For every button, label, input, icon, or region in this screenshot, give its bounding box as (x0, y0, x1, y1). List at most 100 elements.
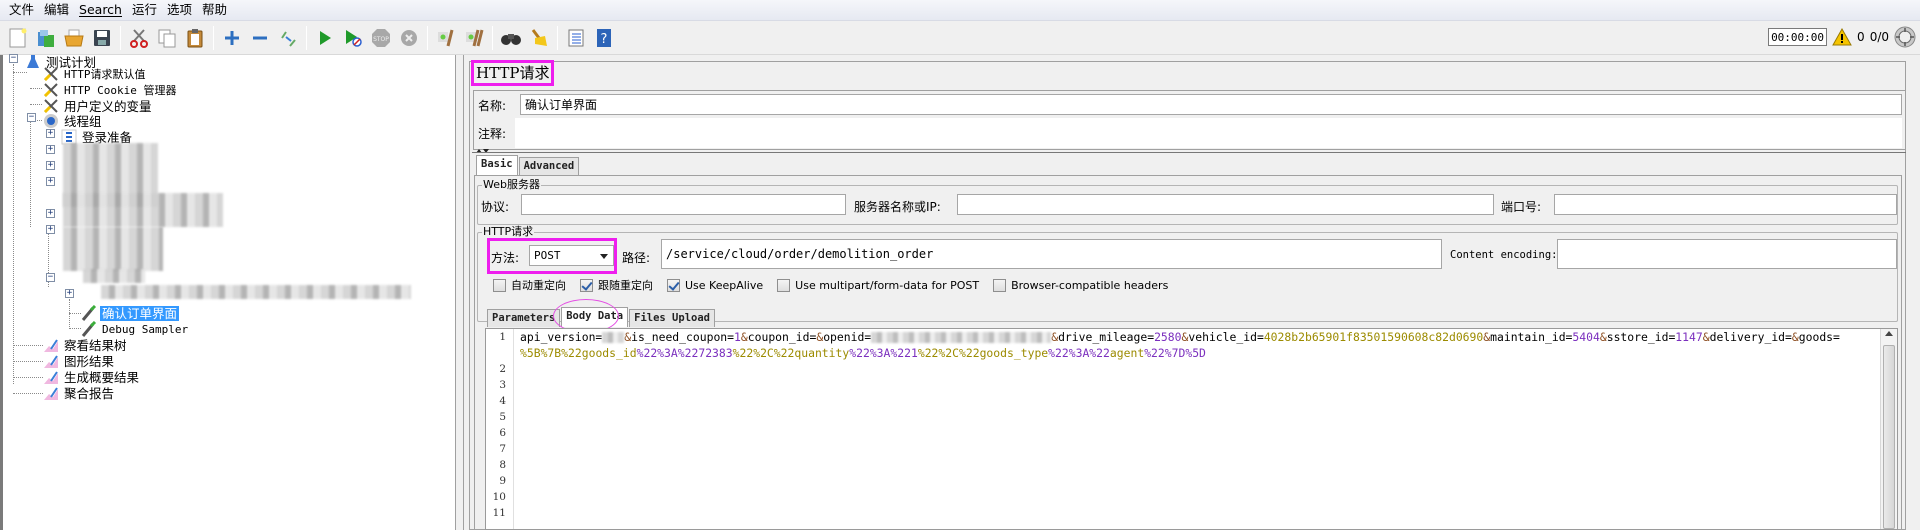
templates-icon[interactable] (34, 26, 58, 50)
expand-toggle[interactable]: + (46, 225, 55, 234)
tab-advanced[interactable]: Advanced (518, 157, 580, 175)
expand-toggle[interactable]: + (46, 177, 55, 186)
split-pane-divider[interactable] (456, 55, 464, 530)
menu-file[interactable]: 文件 (4, 0, 39, 20)
new-icon[interactable] (6, 26, 30, 50)
clear-icon[interactable] (434, 26, 458, 50)
tree-node-confirm-order[interactable]: 确认订单界面 (81, 305, 180, 321)
shutdown-icon[interactable] (397, 26, 421, 50)
expand-all-icon[interactable] (220, 26, 244, 50)
chevron-down-icon (600, 254, 608, 259)
clear-all-icon[interactable] (462, 26, 486, 50)
config-icon (43, 99, 58, 114)
menu-edit[interactable]: 编辑 (39, 0, 74, 20)
protocol-input[interactable] (521, 194, 846, 215)
search-icon[interactable] (499, 26, 523, 50)
svg-text:STOP: STOP (373, 36, 389, 43)
follow-redirect-checkbox[interactable]: 跟随重定向 (580, 277, 653, 293)
tree-node-summary-report[interactable]: 生成概要结果 (43, 369, 141, 385)
menu-help[interactable]: 帮助 (197, 0, 232, 20)
browser-headers-checkbox[interactable]: Browser-compatible headers (993, 277, 1168, 293)
warning-icon[interactable] (1832, 28, 1852, 46)
line-number: 3 (499, 379, 506, 391)
config-icon (43, 67, 58, 82)
start-icon[interactable] (313, 26, 337, 50)
protocol-label: 协议: (481, 200, 510, 214)
collapse-toggle[interactable]: − (46, 273, 55, 282)
expand-toggle[interactable]: + (46, 129, 55, 138)
line-number: 11 (492, 507, 506, 519)
comment-input[interactable] (515, 118, 1902, 148)
elapsed-timer: 00:00:00 (1768, 28, 1828, 46)
function-helper-icon[interactable] (564, 26, 588, 50)
remote-engines-icon[interactable] (1894, 26, 1916, 48)
reset-search-icon[interactable] (527, 26, 551, 50)
code-token: quantity (794, 346, 850, 360)
code-token: 2580 (1154, 330, 1182, 344)
svg-text:?: ? (601, 32, 608, 47)
line-number: 8 (499, 459, 506, 471)
help-icon[interactable]: ? (592, 26, 616, 50)
collapse-toggle[interactable]: − (9, 54, 18, 63)
divider (472, 152, 1906, 153)
tree-node-aggregate-report[interactable]: 聚合报告 (43, 385, 116, 401)
code-token: %22%3A%22 (1048, 346, 1110, 360)
menu-search[interactable]: Search (74, 0, 127, 20)
scroll-thumb[interactable] (1883, 345, 1895, 529)
tree-node-view-results-tree[interactable]: 察看结果树 (43, 337, 129, 353)
path-input[interactable] (661, 239, 1442, 269)
config-icon (43, 83, 58, 98)
tree-node-cookie-manager[interactable]: HTTP Cookie 管理器 (43, 82, 178, 98)
toolbar-separator (427, 26, 428, 50)
save-icon[interactable] (90, 26, 114, 50)
checkbox-box-checked (667, 278, 680, 292)
line-number: 10 (492, 491, 506, 503)
collapse-toggle[interactable]: − (27, 113, 36, 122)
auto-redirect-checkbox[interactable]: 自动重定向 (493, 277, 566, 293)
menu-options[interactable]: 选项 (162, 0, 197, 20)
tree-node-debug-sampler[interactable]: Debug Sampler (81, 321, 190, 337)
split-arrows-icon[interactable] (475, 147, 489, 155)
port-input[interactable] (1554, 194, 1897, 215)
expand-toggle[interactable]: + (65, 289, 74, 298)
copy-icon[interactable] (155, 26, 179, 50)
content-encoding-input[interactable] (1557, 239, 1897, 269)
test-plan-tree[interactable]: − 测试计划 HTTP请求默认值 HTTP Cookie 管理器 用户定义的变量… (0, 54, 456, 530)
toolbar-separator (492, 26, 493, 50)
tab-basic[interactable]: Basic (476, 155, 518, 175)
listener-icon (44, 355, 58, 368)
code-token: sstore_id= (1606, 330, 1676, 344)
menu-run[interactable]: 运行 (127, 0, 162, 20)
editor-scrollbar[interactable] (1880, 329, 1897, 529)
open-icon[interactable] (62, 26, 86, 50)
collapse-all-icon[interactable] (248, 26, 272, 50)
toggle-icon[interactable] (276, 26, 300, 50)
stop-icon[interactable]: STOP (369, 26, 393, 50)
tab-parameters[interactable]: Parameters (487, 309, 561, 327)
code-token: is_need_coupon= (631, 330, 735, 344)
server-input[interactable] (957, 194, 1494, 215)
line-number: 4 (499, 395, 506, 407)
tree-node-user-variables[interactable]: 用户定义的变量 (43, 98, 154, 114)
method-select[interactable]: POST (529, 245, 614, 266)
multipart-checkbox[interactable]: Use multipart/form-data for POST (777, 277, 979, 293)
keepalive-checkbox[interactable]: Use KeepAlive (667, 277, 763, 293)
expand-toggle[interactable]: + (46, 161, 55, 170)
redacted-tree-items (101, 285, 411, 299)
tree-node-http-defaults[interactable]: HTTP请求默认值 (43, 66, 148, 82)
expand-toggle[interactable]: + (46, 145, 55, 154)
code-token: & (1791, 330, 1799, 344)
tree-node-graph-results[interactable]: 图形结果 (43, 353, 116, 369)
line-number: 5 (499, 411, 506, 423)
code-token: & (740, 330, 748, 344)
scroll-up-icon[interactable] (1885, 331, 1893, 336)
tab-files-upload[interactable]: Files Upload (629, 309, 715, 327)
body-data-editor[interactable]: 1 2 3 4 5 6 7 8 9 10 11 api_version= &is_need_coupo… (485, 328, 1898, 530)
redacted-tree-items (83, 269, 145, 283)
tree-node-thread-group[interactable]: 线程组 (43, 113, 104, 129)
cut-icon[interactable] (127, 26, 151, 50)
paste-icon[interactable] (183, 26, 207, 50)
start-no-pauses-icon[interactable] (341, 26, 365, 50)
expand-toggle[interactable]: + (46, 209, 55, 218)
name-input[interactable] (520, 94, 1902, 115)
